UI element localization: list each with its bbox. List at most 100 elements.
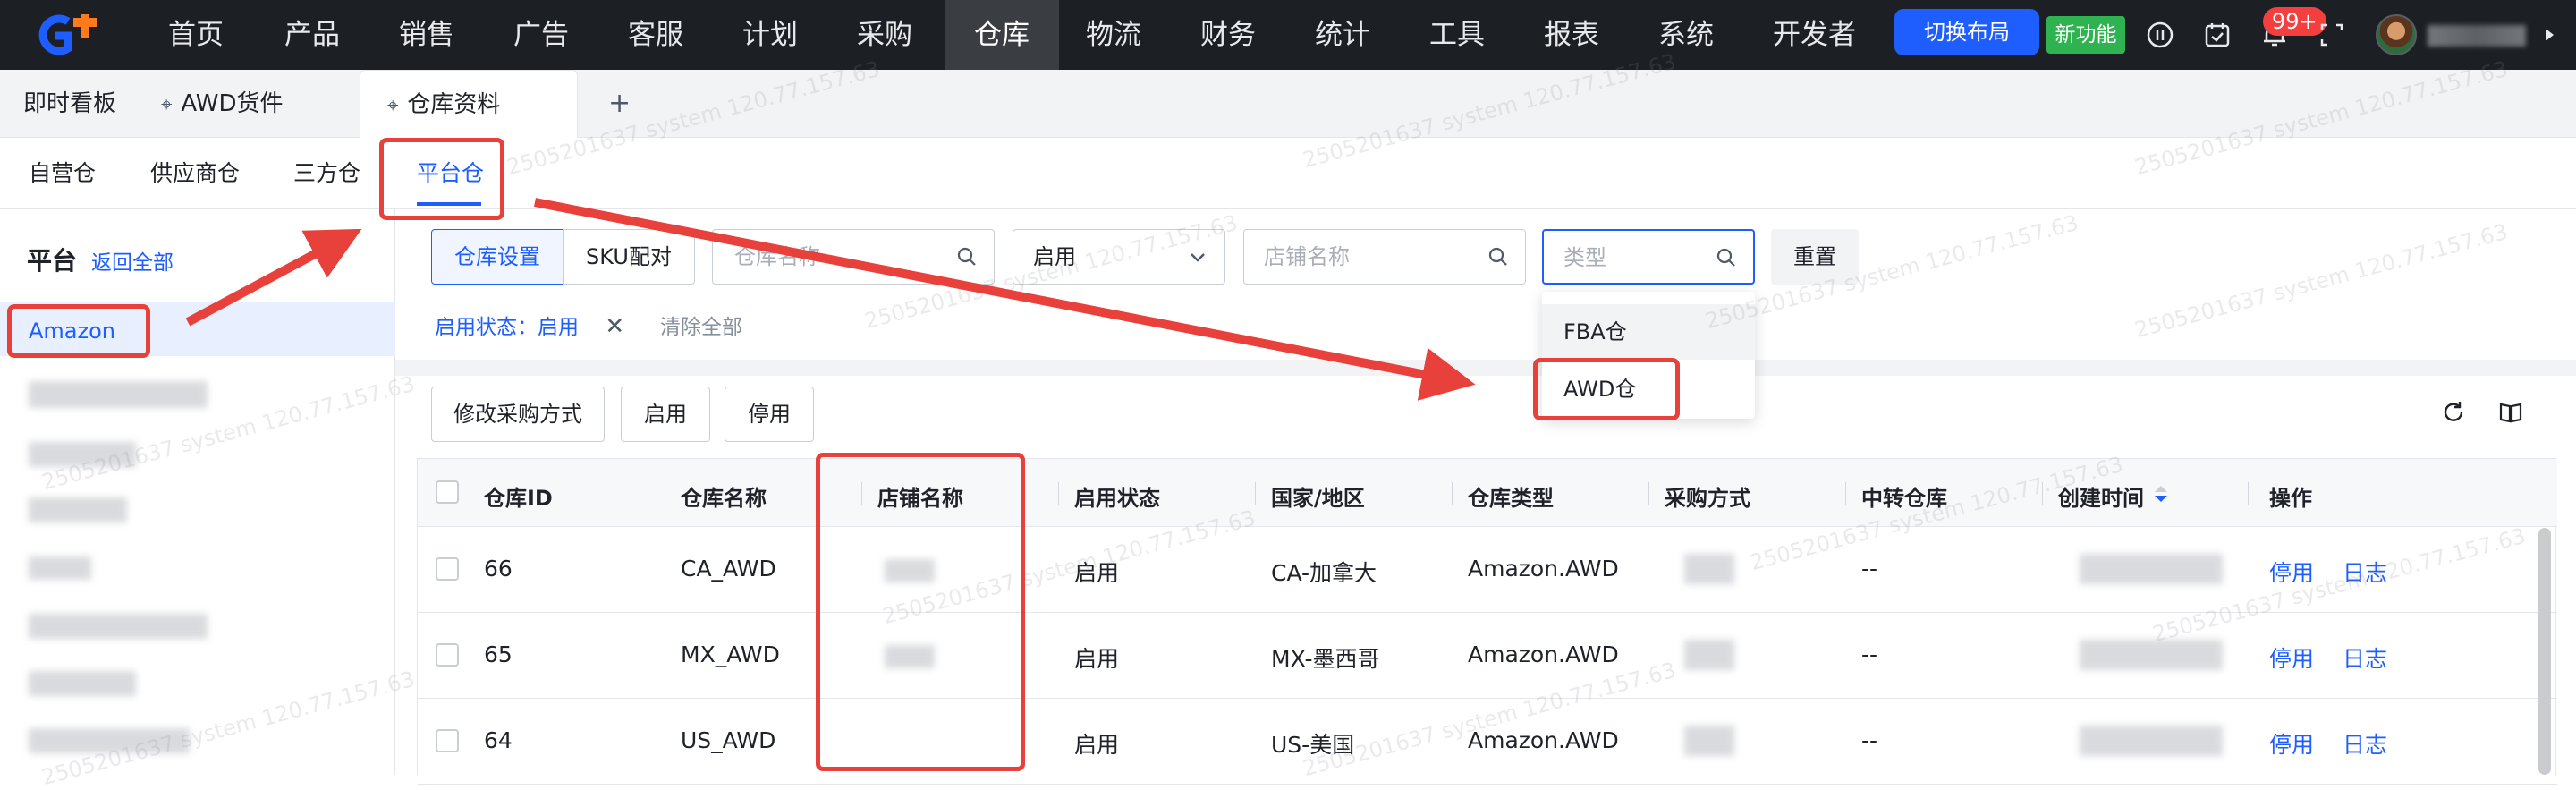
nav-developer[interactable]: 开发者 [1773,0,1856,70]
row-checkbox[interactable] [436,557,459,581]
header-created-time[interactable]: 创建时间 [2058,480,2144,512]
enable-button[interactable]: 启用 [621,387,710,442]
nav-logistics[interactable]: 物流 [1086,0,1141,70]
compass-icon[interactable] [2145,20,2175,50]
cell-warehouse-id: 65 [484,641,513,667]
tab-supplier-warehouse[interactable]: 供应商仓 [150,156,240,188]
store-name-input[interactable]: 店铺名称 [1243,229,1526,285]
pin-icon[interactable]: ⌖ [387,72,398,140]
refresh-icon[interactable] [2440,399,2467,426]
username-redacted[interactable] [2428,25,2526,47]
sidebar-item-redacted[interactable] [29,728,190,753]
option-awd-warehouse[interactable]: AWD仓 [1542,361,1755,417]
nav-home[interactable]: 首页 [168,0,224,70]
select-all-checkbox[interactable] [436,480,459,504]
row-checkbox[interactable] [436,729,459,752]
user-avatar[interactable] [2376,14,2417,55]
disable-button[interactable]: 停用 [724,387,814,442]
nav-purchase[interactable]: 采购 [857,0,912,70]
back-to-all-link[interactable]: 返回全部 [91,245,174,276]
tab-self-warehouse[interactable]: 自营仓 [29,156,96,188]
reset-button[interactable]: 重置 [1771,229,1859,285]
tab-third-party-warehouse[interactable]: 三方仓 [293,156,360,188]
row-log-link[interactable]: 日志 [2343,641,2387,674]
row-disable-link[interactable]: 停用 [2269,556,2314,588]
nav-finance[interactable]: 财务 [1200,0,1256,70]
pin-icon[interactable]: ⌖ [161,72,172,140]
sidebar-item-redacted[interactable] [29,442,136,467]
cell-warehouse-name: US_AWD [681,727,776,753]
nav-plan[interactable]: 计划 [742,0,798,70]
modify-purchase-method-button[interactable]: 修改采购方式 [431,387,605,442]
page-tab-awd-shipment[interactable]: ⌖ AWD货件 [161,70,283,138]
user-menu-caret-icon[interactable] [2546,29,2554,41]
row-log-link[interactable]: 日志 [2343,556,2387,588]
fullscreen-icon[interactable] [2317,20,2347,50]
cell-created-time-redacted [2080,640,2223,670]
page-tab-warehouse-info[interactable]: ⌖ 仓库资料 [360,70,578,138]
cell-warehouse-type: Amazon.AWD [1468,556,1619,582]
nav-tools[interactable]: 工具 [1429,0,1485,70]
status-select[interactable]: 启用 [1013,229,1225,285]
page-tab-dashboard[interactable]: 即时看板 [23,70,116,138]
watermark: 2505201637 system 120.77.157.63 [2131,218,2511,344]
row-disable-link[interactable]: 停用 [2269,727,2314,760]
cell-status: 启用 [1074,646,1120,672]
segment-sku-pairing[interactable]: SKU配对 [563,229,695,285]
cell-created-time-redacted [2080,726,2223,756]
sidebar-item-redacted[interactable] [29,556,91,580]
sidebar-item-redacted[interactable] [29,497,127,522]
nav-reports[interactable]: 报表 [1544,0,1599,70]
close-icon[interactable]: ✕ [605,313,624,340]
switch-layout-button[interactable]: 切换布局 [1894,9,2039,55]
sort-asc-icon[interactable] [2155,486,2167,492]
warehouse-type-tabs: 自营仓 供应商仓 三方仓 平台仓 [0,138,2576,209]
table-row: 66 CA_AWD 启用 CA-加拿大 Amazon.AWD -- 停用 日志 [418,527,2557,613]
search-icon[interactable] [956,246,978,268]
calendar-check-icon[interactable] [2202,20,2233,50]
table-scrollbar[interactable] [2538,528,2551,775]
search-icon[interactable] [1487,246,1509,268]
search-icon[interactable] [1716,247,1737,268]
nav-warehouse[interactable]: 仓库 [945,0,1059,70]
sidebar-item-redacted[interactable] [29,614,208,639]
type-filter-input[interactable]: 类型 [1542,229,1755,285]
table-row: 64 US_AWD 启用 US-美国 Amazon.AWD -- 停用 日志 [418,699,2557,785]
segment-warehouse-settings[interactable]: 仓库设置 [431,229,564,285]
warehouse-name-input[interactable]: 仓库名称 [712,229,995,285]
column-divider [2042,482,2043,505]
active-tab-indicator [417,202,481,206]
new-feature-button[interactable]: 新功能 [2046,16,2125,54]
column-settings-icon[interactable] [2497,399,2524,426]
row-disable-link[interactable]: 停用 [2269,641,2314,674]
cell-status: 启用 [1074,560,1120,586]
row-checkbox[interactable] [436,643,459,667]
sidebar-item-redacted[interactable] [29,671,136,696]
cell-created-time-redacted [2080,554,2223,584]
sort-desc-icon[interactable] [2155,496,2167,502]
sidebar-item-amazon-label: Amazon [29,319,115,344]
nav-customer-service[interactable]: 客服 [628,0,683,70]
column-divider [1648,482,1649,505]
cell-purchase-method-redacted [1684,726,1734,756]
warehouse-table: 仓库ID 仓库名称 店铺名称 启用状态 国家/地区 仓库类型 采购方式 中转仓库… [417,458,2557,785]
option-fba-warehouse[interactable]: FBA仓 [1542,304,1755,360]
nav-product[interactable]: 产品 [284,0,340,70]
type-dropdown-menu: FBA仓 AWD仓 [1542,292,1755,419]
row-log-link[interactable]: 日志 [2343,727,2387,760]
app-logo[interactable] [32,14,113,55]
tab-platform-warehouse[interactable]: 平台仓 [417,156,484,188]
cell-warehouse-type: Amazon.AWD [1468,641,1619,667]
nav-ads[interactable]: 广告 [513,0,569,70]
header-purchase-method: 采购方式 [1665,486,1750,511]
header-transit-warehouse: 中转仓库 [1861,486,1947,511]
header-warehouse-id: 仓库ID [484,486,553,511]
header-warehouse-name: 仓库名称 [681,486,767,511]
add-tab-icon[interactable]: + [608,70,631,138]
sidebar-item-redacted[interactable] [29,381,208,408]
nav-statistics[interactable]: 统计 [1315,0,1370,70]
nav-system[interactable]: 系统 [1658,0,1714,70]
clear-all-filters-link[interactable]: 清除全部 [660,310,742,340]
nav-sales[interactable]: 销售 [399,0,454,70]
platform-sidebar: 平台 返回全部 Amazon [0,209,395,775]
